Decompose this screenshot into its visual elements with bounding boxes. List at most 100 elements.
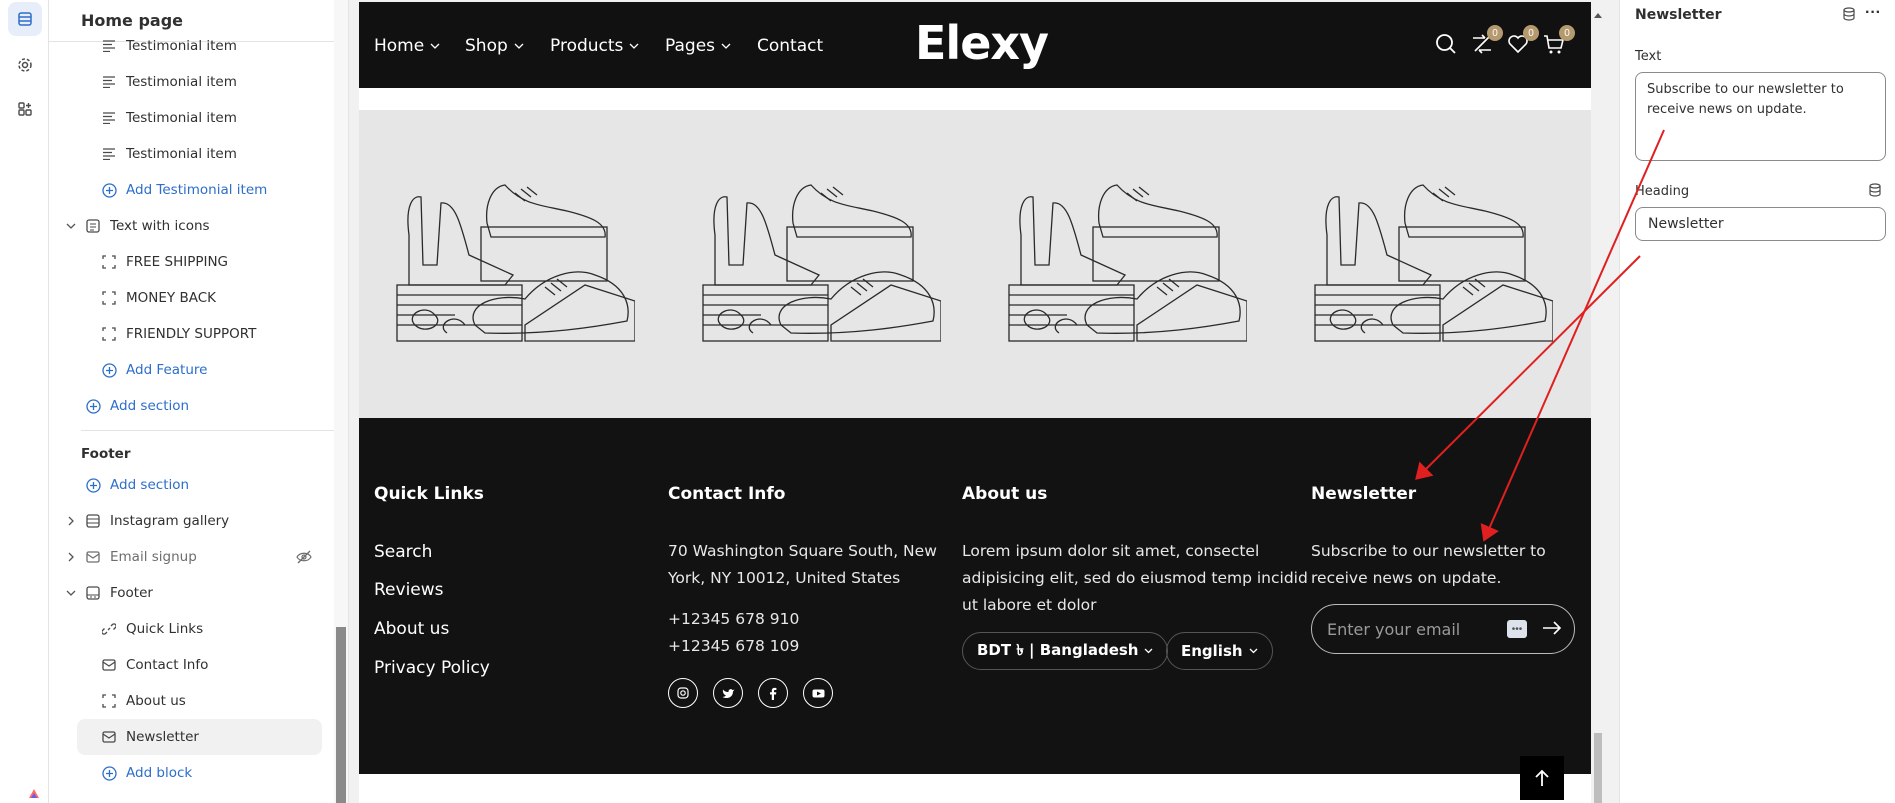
- sidebar-section-footer[interactable]: Footer: [84, 575, 153, 611]
- eye-hidden-icon[interactable]: [296, 549, 312, 565]
- gallery-shoe-illustration[interactable]: [1007, 175, 1247, 343]
- sidebar-item-testimonial[interactable]: Testimonial item: [100, 136, 237, 172]
- sections-icon[interactable]: [8, 2, 42, 36]
- section-sidebar: Home page Testimonial item Testimonial i…: [49, 0, 349, 803]
- nav-home[interactable]: Home: [374, 36, 440, 56]
- footer-link-about[interactable]: About us: [374, 619, 449, 639]
- currency-selector[interactable]: BDT ৳ | Bangladesh: [962, 632, 1169, 670]
- scrollbar-thumb[interactable]: [336, 627, 346, 803]
- sidebar-item-label: Add block: [126, 765, 193, 781]
- sidebar-section-instagram-gallery[interactable]: Instagram gallery: [84, 503, 229, 539]
- footer-link-reviews[interactable]: Reviews: [374, 580, 444, 600]
- chevron-down-icon: [514, 43, 524, 49]
- chevron-down-icon[interactable]: [65, 220, 77, 232]
- sidebar-item-label: Text with icons: [110, 218, 210, 234]
- plus-circle-icon: [84, 397, 102, 415]
- sidebar-section-text-with-icons[interactable]: Text with icons: [84, 208, 210, 244]
- envelope-icon: [84, 548, 102, 566]
- sidebar-item-feature[interactable]: FRIENDLY SUPPORT: [100, 316, 256, 352]
- sidebar-item-quick-links[interactable]: Quick Links: [100, 611, 203, 647]
- footer-link-search[interactable]: Search: [374, 542, 432, 562]
- sidebar-item-label: Testimonial item: [126, 74, 237, 90]
- sidebar-divider: [81, 430, 348, 431]
- plus-circle-icon: [84, 476, 102, 494]
- chevron-right-icon[interactable]: [65, 551, 77, 563]
- sidebar-item-testimonial[interactable]: Testimonial item: [100, 100, 237, 136]
- sidebar-item-testimonial[interactable]: Testimonial item: [100, 64, 237, 100]
- facebook-icon[interactable]: [758, 678, 788, 708]
- gallery-shoe-illustration[interactable]: [1313, 175, 1553, 343]
- add-feature-button[interactable]: Add Feature: [100, 352, 207, 388]
- more-options-icon[interactable]: ···: [1865, 4, 1881, 22]
- apps-icon[interactable]: [8, 92, 42, 126]
- newsletter-heading: Newsletter: [1311, 484, 1417, 504]
- autofill-icon[interactable]: •••: [1507, 620, 1527, 638]
- store-logo[interactable]: Elexy: [915, 16, 1049, 70]
- scroll-up-icon[interactable]: [1594, 6, 1602, 21]
- text-lines-icon: [100, 145, 118, 163]
- nav-shop[interactable]: Shop: [465, 36, 524, 56]
- chevron-down-icon[interactable]: [65, 587, 77, 599]
- add-testimonial-item-button[interactable]: Add Testimonial item: [100, 172, 267, 208]
- contact-address-line: York, NY 10012, United States: [668, 569, 901, 587]
- sidebar-item-feature[interactable]: FREE SHIPPING: [100, 244, 228, 280]
- sidebar-item-label: Instagram gallery: [110, 513, 230, 529]
- nav-pages[interactable]: Pages: [665, 36, 731, 56]
- add-section-button[interactable]: Add section: [84, 388, 189, 424]
- chevron-down-icon: [721, 43, 731, 49]
- frame-icon: [100, 253, 118, 271]
- twitter-icon[interactable]: [713, 678, 743, 708]
- settings-gear-icon[interactable]: [8, 48, 42, 82]
- heading-input[interactable]: Newsletter: [1635, 207, 1886, 241]
- compare-count-badge: 0: [1487, 25, 1503, 41]
- sidebar-item-label: Add section: [110, 477, 190, 493]
- chevron-right-icon[interactable]: [65, 515, 77, 527]
- compare-icon[interactable]: 0: [1471, 25, 1503, 57]
- preview-scrollbar[interactable]: [1591, 0, 1605, 803]
- arrow-right-icon[interactable]: [1542, 620, 1562, 639]
- icon-rail: [0, 0, 49, 803]
- instagram-icon[interactable]: [668, 678, 698, 708]
- search-icon[interactable]: [1435, 33, 1459, 57]
- text-textarea[interactable]: Subscribe to our newsletter to receive n…: [1635, 72, 1886, 161]
- plus-circle-icon: [100, 181, 118, 199]
- newsletter-email-input[interactable]: Enter your email •••: [1311, 604, 1575, 654]
- sidebar-item-about-us[interactable]: About us: [100, 683, 186, 719]
- youtube-icon[interactable]: [803, 678, 833, 708]
- dynamic-source-icon[interactable]: [1842, 7, 1856, 24]
- sidebar-item-contact-info[interactable]: Contact Info: [100, 647, 208, 683]
- gallery-shoe-illustration[interactable]: [395, 175, 635, 343]
- sidebar-item-testimonial[interactable]: Testimonial item: [100, 28, 237, 64]
- nav-products[interactable]: Products: [550, 36, 639, 56]
- gallery-icon: [84, 512, 102, 530]
- text-lines-icon: [100, 37, 118, 55]
- sidebar-item-feature[interactable]: MONEY BACK: [100, 280, 216, 316]
- cart-icon[interactable]: 0: [1543, 25, 1575, 57]
- add-block-button[interactable]: Add block: [100, 755, 192, 791]
- language-selector[interactable]: English: [1166, 632, 1273, 670]
- add-section-button[interactable]: Add section: [84, 467, 189, 503]
- contact-info-heading: Contact Info: [668, 484, 786, 504]
- frame-icon: [100, 692, 118, 710]
- plus-circle-icon: [100, 361, 118, 379]
- email-placeholder: Enter your email: [1327, 620, 1461, 639]
- sidebar-item-newsletter[interactable]: Newsletter: [77, 719, 322, 755]
- quick-links-heading: Quick Links: [374, 484, 484, 504]
- scroll-to-top-button[interactable]: [1520, 756, 1564, 800]
- about-text-line: Lorem ipsum dolor sit amet, consectel: [962, 542, 1260, 560]
- contact-phone[interactable]: +12345 678 910: [668, 606, 799, 633]
- dynamic-source-icon[interactable]: [1868, 183, 1882, 200]
- scrollbar-thumb[interactable]: [1594, 733, 1602, 803]
- footer-bottom-bar: [359, 774, 1591, 803]
- footer-link-privacy[interactable]: Privacy Policy: [374, 658, 490, 678]
- gallery-shoe-illustration[interactable]: [701, 175, 941, 343]
- heading-field-label: Heading: [1635, 184, 1690, 199]
- text-block-icon: [84, 217, 102, 235]
- text-lines-icon: [100, 109, 118, 127]
- plus-circle-icon: [100, 764, 118, 782]
- wishlist-heart-icon[interactable]: 0: [1507, 25, 1539, 57]
- nav-contact[interactable]: Contact: [757, 36, 823, 56]
- sidebar-scrollbar[interactable]: [334, 0, 348, 803]
- contact-phone[interactable]: +12345 678 109: [668, 633, 799, 660]
- sidebar-section-email-signup[interactable]: Email signup: [84, 539, 197, 575]
